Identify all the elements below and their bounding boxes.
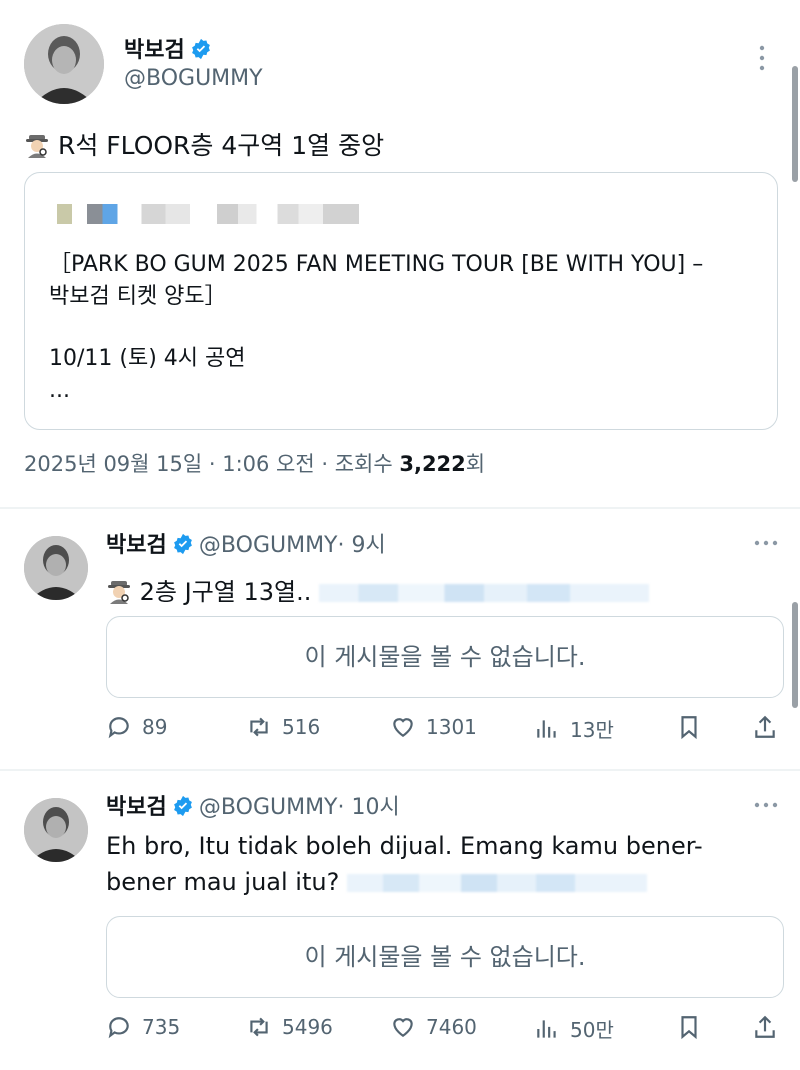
quote-line2: 박보검 티켓 양도］ [49, 284, 227, 309]
scrollbar-top[interactable] [792, 66, 798, 182]
retweet-button[interactable]: 516 [246, 714, 320, 740]
bookmark-button[interactable] [676, 714, 702, 740]
reply2-text-line2: bener mau jual itu? [106, 868, 340, 896]
views-button[interactable]: 13만 [534, 714, 614, 743]
like-icon [393, 1018, 413, 1037]
reply-button[interactable]: 89 [106, 714, 167, 740]
reply2-text-line1: Eh bro, Itu tidak boleh dijual. Emang ka… [106, 832, 703, 860]
reply1-handle[interactable]: @BOGUMMY [199, 533, 338, 558]
bookmark-icon [681, 1016, 697, 1040]
meta-suffix: 회 [465, 452, 486, 476]
more-icon[interactable] [752, 796, 780, 814]
main-tweet-text: R석 FLOOR층 4구역 1열 중앙 [57, 131, 385, 160]
quote-line3: 10/11 (토) 4시 공연 [49, 346, 246, 371]
main-author-name[interactable]: 박보검 [124, 38, 185, 63]
reply-icon [108, 1017, 129, 1039]
main-handle[interactable]: @BOGUMMY [124, 66, 263, 91]
reply1-author-name[interactable]: 박보검 [106, 533, 167, 558]
verified-icon [190, 38, 212, 60]
reply1-time[interactable]: · 9시 [338, 533, 386, 558]
more-icon[interactable] [752, 42, 772, 74]
like-button[interactable]: 1301 [390, 714, 477, 740]
meta-date: 2025년 09월 15일 · 1:06 오전 · 조회수 [24, 452, 400, 476]
views-icon [537, 1019, 556, 1038]
meta-views: 3,222 [399, 452, 466, 476]
detective-emoji [106, 578, 132, 604]
retweet-icon [250, 1017, 268, 1037]
verified-icon [172, 533, 194, 555]
blurred-link [346, 874, 647, 892]
reply-button[interactable]: 735 [106, 1014, 180, 1040]
bookmark-icon [681, 716, 697, 740]
bookmark-button[interactable] [676, 1014, 702, 1040]
verified-icon [172, 795, 194, 817]
blurred-quote-header [57, 203, 359, 224]
share-icon [755, 1015, 775, 1038]
share-icon [755, 715, 775, 738]
views-button[interactable]: 50만 [534, 1014, 614, 1043]
like-button[interactable]: 7460 [390, 1014, 477, 1040]
share-button[interactable] [752, 714, 778, 740]
share-button[interactable] [752, 1014, 778, 1040]
scrollbar-side[interactable] [792, 602, 798, 708]
reply-icon [108, 717, 129, 739]
reply2-time[interactable]: · 10시 [338, 795, 400, 820]
quote-line1: ［PARK BO GUM 2025 FAN MEETING TOUR [BE W… [49, 252, 704, 277]
main-avatar[interactable] [24, 24, 104, 104]
reply1-text: 2층 J구열 13열.. [139, 578, 312, 606]
reply2-avatar[interactable] [24, 798, 88, 862]
reply2-actions: 735 5496 7460 50만 [106, 1014, 782, 1044]
reply2-handle[interactable]: @BOGUMMY [199, 795, 338, 820]
retweet-button[interactable]: 5496 [246, 1014, 333, 1040]
reply2-author-name[interactable]: 박보검 [106, 795, 167, 820]
blurred-link [319, 584, 650, 602]
unavailable-post[interactable]: 이 게시물을 볼 수 없습니다. [106, 916, 784, 998]
reply1-actions: 89 516 1301 13만 [106, 714, 782, 744]
quoted-tweet-card[interactable]: ［PARK BO GUM 2025 FAN MEETING TOUR [BE W… [24, 172, 778, 430]
views-icon [537, 719, 556, 738]
quote-line4: ... [49, 378, 70, 403]
detective-emoji [24, 132, 50, 158]
main-tweet-meta: 2025년 09월 15일 · 1:06 오전 · 조회수 3,222회 [24, 448, 485, 478]
more-icon[interactable] [752, 534, 780, 552]
like-icon [393, 718, 413, 737]
reply1-avatar[interactable] [24, 536, 88, 600]
unavailable-post[interactable]: 이 게시물을 볼 수 없습니다. [106, 616, 784, 698]
retweet-icon [250, 717, 268, 737]
